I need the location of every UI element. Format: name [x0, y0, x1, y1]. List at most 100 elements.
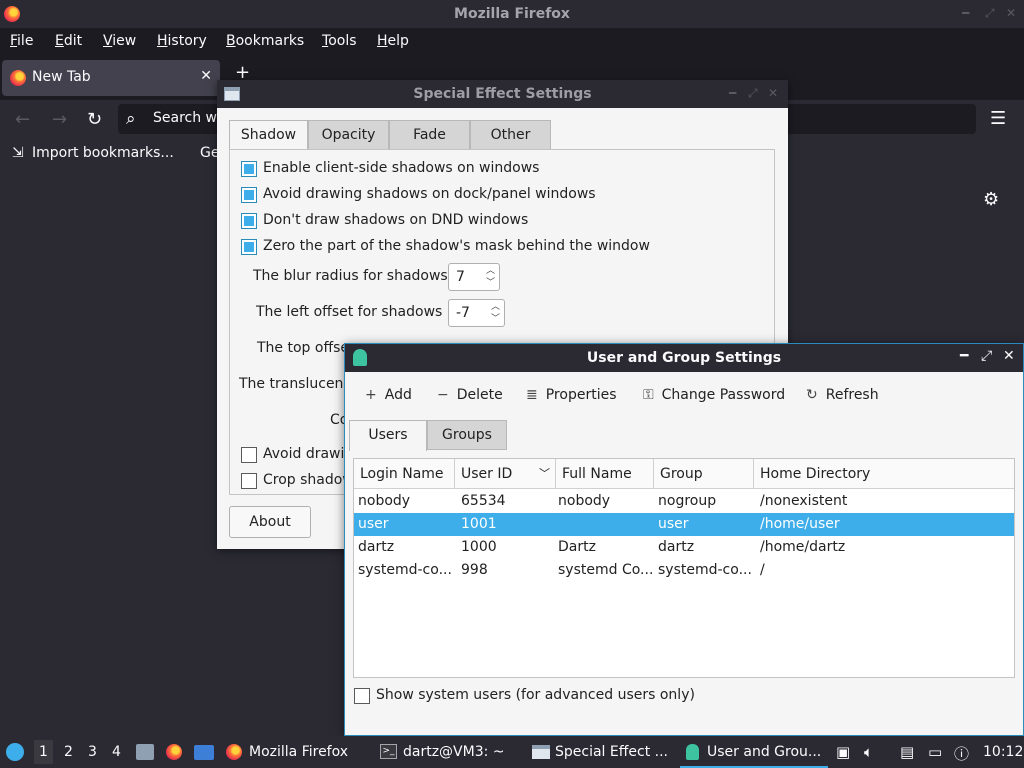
column-home-directory[interactable]: Home Directory: [754, 459, 1014, 489]
menu-history[interactable]: History: [157, 33, 207, 49]
maximize-icon[interactable]: ⤢: [981, 348, 992, 364]
forward-arrow-icon[interactable]: →: [52, 109, 67, 130]
cell-login: systemd-co...: [358, 562, 452, 578]
spin-arrows-icon[interactable]: ︿ ﹀: [491, 301, 500, 325]
workspace-4[interactable]: 4: [112, 744, 121, 760]
cell-home: /home/user: [760, 516, 840, 532]
firefox-logo-icon: [10, 70, 26, 86]
show-system-users-checkbox[interactable]: [354, 688, 370, 704]
cell-home: /home/dartz: [760, 539, 846, 555]
blur-radius-value: 7: [456, 269, 465, 285]
cell-uid: 1000: [461, 539, 497, 555]
about-button[interactable]: About: [229, 506, 311, 538]
column-login-name[interactable]: Login Name: [354, 459, 455, 489]
tab-users[interactable]: Users: [349, 420, 427, 451]
menu-tools[interactable]: Tools: [322, 33, 357, 49]
tab-shadow[interactable]: Shadow: [229, 120, 308, 151]
avoid-dock-shadows-checkbox[interactable]: [241, 187, 257, 203]
hamburger-menu-icon[interactable]: ☰: [990, 108, 1006, 129]
task-special-effects[interactable]: Special Effect ...: [528, 736, 674, 768]
delete-button[interactable]: − Delete: [437, 387, 503, 403]
notification-icon[interactable]: ⓘ: [954, 743, 969, 764]
column-group[interactable]: Group: [654, 459, 754, 489]
menu-bookmarks[interactable]: Bookmarks: [226, 33, 304, 49]
minimize-icon[interactable]: ━: [962, 6, 969, 20]
back-arrow-icon[interactable]: ←: [15, 109, 30, 130]
change-password-button[interactable]: ⚿ Change Password: [643, 387, 785, 403]
menu-help[interactable]: Help: [377, 33, 409, 49]
table-row[interactable]: systemd-co... 998 systemd Co... systemd-co.…: [354, 559, 1014, 582]
cell-login: user: [358, 516, 389, 532]
menu-edit[interactable]: Edit: [55, 33, 82, 49]
user-group-settings-window: User and Group Settings ━ ⤢ ✕ + Add − Dele…: [344, 343, 1024, 736]
gear-icon[interactable]: ⚙: [983, 189, 999, 210]
clipboard-icon[interactable]: ▤: [900, 743, 914, 761]
task-user-group-settings[interactable]: User and Grou...: [680, 736, 828, 768]
task-terminal[interactable]: >_ dartz@VM3: ~: [376, 736, 522, 768]
column-full-name[interactable]: Full Name: [556, 459, 654, 489]
enable-shadows-checkbox[interactable]: [241, 161, 257, 177]
avoid-dock-shadows-label: Avoid drawing shadows on dock/panel wind…: [263, 186, 596, 202]
workspace-1[interactable]: 1: [34, 740, 53, 764]
refresh-button[interactable]: ↻ Refresh: [806, 387, 879, 403]
network-icon[interactable]: ▭: [928, 743, 942, 761]
bookmark-import[interactable]: Import bookmarks...: [32, 145, 174, 161]
left-offset-label: The left offset for shadows: [256, 304, 443, 320]
minus-icon: −: [437, 387, 449, 403]
task-firefox[interactable]: Mozilla Firefox: [222, 736, 368, 768]
blur-radius-spinbox[interactable]: 7 ︿ ﹀: [448, 263, 500, 291]
minimize-icon[interactable]: ━: [960, 348, 968, 364]
firefox-window-title: Mozilla Firefox: [454, 6, 570, 22]
clock: 10:12: [983, 744, 1024, 760]
url-bar-placeholder: Search w: [153, 110, 217, 126]
menu-file[interactable]: File: [10, 33, 33, 49]
desktop-icon[interactable]: [194, 745, 214, 760]
add-button[interactable]: + Add: [365, 387, 412, 403]
maximize-icon[interactable]: ⤢: [985, 6, 995, 21]
cell-full-name: Dartz: [558, 539, 596, 555]
plus-icon: +: [365, 387, 377, 403]
window-icon: [532, 745, 550, 759]
tab-groups[interactable]: Groups: [427, 420, 507, 450]
tab-opacity[interactable]: Opacity: [308, 120, 389, 150]
dnd-shadows-checkbox[interactable]: [241, 213, 257, 229]
list-icon: ≣: [526, 387, 538, 403]
close-icon[interactable]: ✕: [1006, 6, 1016, 20]
spin-arrows-icon[interactable]: ︿ ﹀: [486, 265, 495, 289]
maximize-icon[interactable]: ⤢: [748, 86, 758, 101]
search-icon: ⌕: [126, 109, 136, 129]
table-row[interactable]: nobody 65534 nobody nogroup/nonexistent: [354, 490, 1014, 513]
sfx-window-title: Special Effect Settings: [413, 86, 592, 102]
tab-fade[interactable]: Fade: [389, 120, 470, 150]
menu-view[interactable]: View: [103, 33, 136, 49]
close-icon[interactable]: ✕: [768, 86, 778, 100]
zero-mask-checkbox[interactable]: [241, 239, 257, 255]
firefox-launcher-icon[interactable]: [166, 744, 182, 760]
volume-icon[interactable]: 🔈︎: [864, 743, 873, 761]
left-offset-spinbox[interactable]: -7 ︿ ﹀: [448, 299, 505, 327]
sort-chevron-down-icon: ﹀: [539, 467, 550, 480]
avoid-drawing-label: Avoid drawin: [263, 446, 354, 462]
tab-other[interactable]: Other: [470, 120, 551, 150]
start-menu-icon[interactable]: [6, 743, 24, 761]
column-user-id[interactable]: User ID ﹀: [455, 459, 556, 489]
properties-button[interactable]: ≣ Properties: [526, 387, 617, 403]
table-row[interactable]: user 1001 user/home/user: [354, 513, 1014, 536]
table-row[interactable]: dartz 1000 Dartz dartz/home/dartz: [354, 536, 1014, 559]
cell-home: /nonexistent: [760, 493, 848, 509]
lxqt-leaf-icon: [686, 744, 699, 760]
file-manager-icon[interactable]: [136, 744, 154, 760]
close-tab-icon[interactable]: ✕: [200, 68, 212, 84]
updates-icon[interactable]: ▣: [836, 743, 850, 761]
close-icon[interactable]: ✕: [1003, 348, 1015, 364]
minimize-icon[interactable]: ━: [729, 86, 736, 100]
show-system-users-label: Show system users (for advanced users on…: [376, 687, 695, 703]
firefox-titlebar: Mozilla Firefox ━ ⤢ ✕: [0, 0, 1024, 28]
reload-icon[interactable]: ↻: [87, 109, 102, 130]
workspace-3[interactable]: 3: [88, 744, 97, 760]
avoid-drawing-checkbox[interactable]: [241, 447, 257, 463]
crop-shadows-checkbox[interactable]: [241, 473, 257, 489]
firefox-menubar: File Edit View History Bookmarks Tools H…: [0, 28, 1024, 56]
tab-new-tab[interactable]: New Tab ✕: [2, 60, 220, 96]
workspace-2[interactable]: 2: [64, 744, 73, 760]
